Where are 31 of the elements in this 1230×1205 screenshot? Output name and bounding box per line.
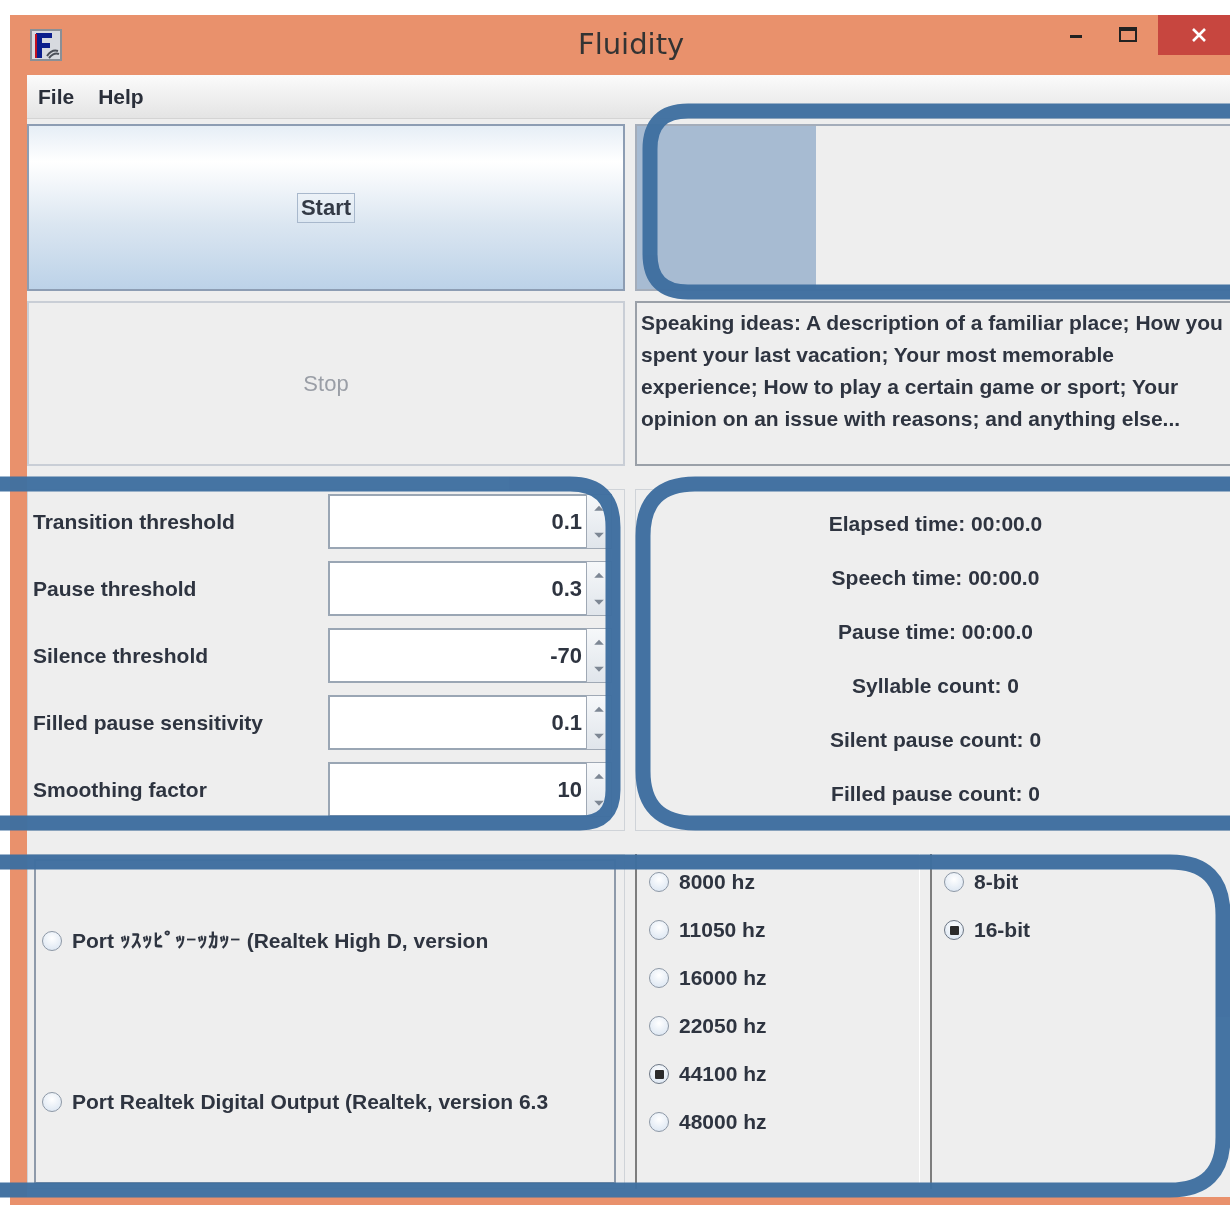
radio-option[interactable]: 16-bit — [944, 916, 1230, 944]
radio-option[interactable]: Port Realtek Digital Output (Realtek, version 6.3 — [42, 1087, 614, 1116]
stat-text: Filled pause count: 0 — [831, 781, 1040, 806]
number-field[interactable]: 10 — [328, 762, 586, 817]
radio-option[interactable]: 11050 hz — [649, 916, 919, 944]
number-field[interactable]: 0.1 — [328, 494, 586, 549]
radio-option[interactable]: 8-bit — [944, 868, 1230, 896]
stat-text: Syllable count: 0 — [852, 673, 1019, 698]
radio-option[interactable]: 48000 hz — [649, 1108, 919, 1136]
stat-text: Speech time: 00:00.0 — [831, 565, 1040, 590]
field-label: Silence threshold — [33, 643, 209, 668]
radio-option[interactable]: 8000 hz — [649, 868, 919, 896]
menu-item[interactable]: Help — [98, 84, 144, 109]
menu-item[interactable]: File — [38, 84, 75, 109]
field-label: Smoothing factor — [33, 777, 207, 802]
field-label: Filled pause sensitivity — [33, 710, 263, 735]
field-label: Pause threshold — [33, 576, 197, 601]
field-label: Transition threshold — [33, 509, 235, 534]
radio-option[interactable]: Port ｯｽｯﾋﾟｯｰｯｶｯｰ (Realtek High D, version — [42, 927, 614, 956]
number-field[interactable]: 0.1 — [328, 695, 586, 750]
speaking-ideas-text: Speaking ideas: A description of a familiar place; How you spent your last vacation; Your most memorable experience; How to play a certain game or sport; Your opinion on an issue with reasons; and anything else... — [641, 310, 1224, 432]
radio-option[interactable]: 16000 hz — [649, 964, 919, 992]
stat-text: Silent pause count: 0 — [829, 727, 1042, 752]
number-field[interactable]: -70 — [328, 628, 586, 683]
radio-option[interactable]: 22050 hz — [649, 1012, 919, 1040]
window-title: Fluidity — [578, 27, 685, 61]
number-field[interactable]: 0.3 — [328, 561, 586, 616]
stat-text: Elapsed time: 00:00.0 — [828, 511, 1043, 536]
radio-option[interactable]: 44100 hz — [649, 1060, 919, 1088]
start-button[interactable]: Start — [27, 124, 625, 291]
stat-text: Pause time: 00:00.0 — [838, 619, 1033, 644]
